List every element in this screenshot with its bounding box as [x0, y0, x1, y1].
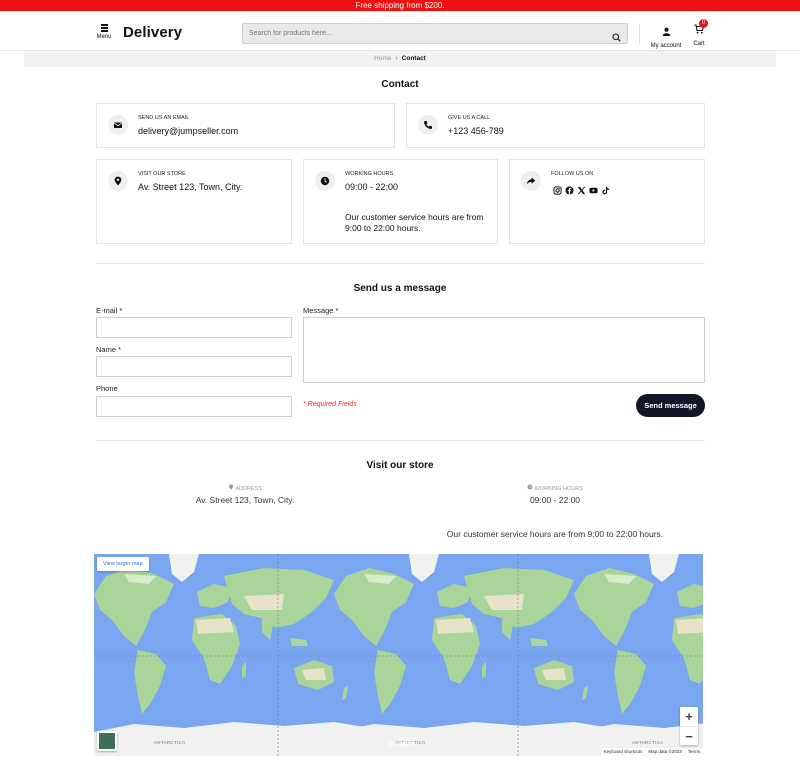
page-title: Contact [381, 79, 419, 90]
visit-title: Visit our store [366, 460, 434, 471]
zoom-out-button[interactable]: − [680, 726, 698, 745]
message-field[interactable] [303, 317, 705, 383]
antarctica-label: ANTARCTICA [154, 740, 186, 745]
map-data-text: Map data ©2023 [648, 749, 682, 754]
breadcrumb-home[interactable]: Home [374, 55, 391, 62]
location-pin-icon [108, 171, 128, 191]
zoom-in-button[interactable]: + [680, 707, 698, 726]
phone-field[interactable] [96, 396, 292, 417]
address-label: ADDRESS [235, 486, 262, 492]
zoom-controls: + − [680, 707, 698, 745]
email-card-value[interactable]: delivery@jumpseller.com [138, 126, 238, 136]
search-bar [242, 23, 628, 44]
satellite-toggle[interactable] [97, 731, 117, 751]
menu-button[interactable]: Menu [96, 24, 112, 40]
clock-icon [315, 171, 335, 191]
site-header: Menu Delivery My account 0 Cart [0, 11, 800, 51]
name-field-label: Name * [96, 345, 122, 354]
phone-card-value[interactable]: +123 456-789 [448, 126, 504, 136]
hours-note: Our customer service hours are from 9:00… [446, 529, 664, 539]
announcement-text: Free shipping from $200. [355, 1, 445, 10]
hours-card-note: Our customer service hours are from 9:00… [345, 212, 484, 233]
search-icon[interactable] [612, 29, 621, 47]
chevron-right-icon: › [395, 55, 398, 62]
phone-card: GIVE US A CALL +123 456-789 [406, 103, 705, 148]
store-map[interactable]: ANTARCTICA ANTARCTICA ANTARCTICA View la… [94, 554, 703, 756]
cart-count-badge: 0 [699, 19, 708, 28]
hours-card: WORKING HOURS 09:00 - 22:00 Our customer… [303, 159, 498, 244]
share-icon [521, 171, 541, 191]
name-field[interactable] [96, 356, 292, 377]
x-icon[interactable] [577, 182, 586, 195]
tiktok-icon[interactable] [601, 182, 610, 195]
phone-icon [418, 115, 438, 135]
phone-field-label: Phone [96, 384, 118, 393]
cart-label: Cart [693, 41, 705, 47]
email-card-label: SEND US AN EMAIL [138, 115, 190, 121]
youtube-icon[interactable] [589, 182, 598, 194]
user-icon [662, 23, 671, 40]
address-value: Av. Street 123, Town, City. [195, 495, 295, 505]
instagram-icon[interactable] [553, 182, 562, 195]
location-pin-icon [228, 484, 234, 492]
cart-button[interactable]: 0 Cart [690, 19, 708, 47]
header-divider [639, 24, 640, 44]
store-card-label: VISIT OUR STORE [138, 171, 186, 177]
search-input[interactable] [249, 24, 599, 43]
hours-info-label: WORKING HOURS [455, 484, 655, 492]
account-label: My account [650, 43, 682, 49]
mail-icon [108, 115, 128, 135]
antarctica-label: ANTARCTICA [632, 740, 664, 745]
form-title: Send us a message [353, 283, 447, 294]
view-larger-map-link[interactable]: View larger map [97, 557, 149, 571]
terms-link[interactable]: Terms [688, 748, 700, 756]
facebook-icon[interactable] [565, 182, 574, 195]
follow-card-label: FOLLOW US ON [551, 171, 594, 177]
announcement-bar: Free shipping from $200. [0, 0, 800, 11]
hours-card-label: WORKING HOURS [345, 171, 394, 177]
store-card-value: Av. Street 123, Town, City. [138, 182, 243, 192]
required-fields-note: * Required Fields [303, 401, 357, 408]
google-logo: Google [387, 739, 415, 748]
email-field[interactable] [96, 317, 292, 338]
hours-card-value: 09:00 - 22:00 [345, 182, 399, 192]
section-divider [96, 263, 705, 264]
send-message-button[interactable]: Send message [636, 394, 705, 417]
email-card: SEND US AN EMAIL delivery@jumpseller.com [96, 103, 395, 148]
map-attribution: Keyboard shortcuts Map data ©2023 Terms [600, 748, 703, 756]
keyboard-shortcuts-link[interactable]: Keyboard shortcuts [604, 748, 643, 756]
clock-icon [527, 484, 533, 492]
account-button[interactable]: My account [648, 23, 684, 49]
hours-value: 09:00 - 22:00 [529, 495, 581, 505]
social-links [553, 182, 610, 195]
address-info-label: ADDRESS [145, 484, 345, 492]
world-map [94, 554, 703, 756]
section-divider [96, 440, 705, 441]
email-field-label: E-mail * [96, 306, 123, 315]
brand-logo[interactable]: Delivery [123, 24, 182, 41]
follow-card: FOLLOW US ON [509, 159, 705, 244]
menu-label: Menu [96, 33, 112, 40]
breadcrumb-current: Contact [401, 55, 426, 62]
message-field-label: Message * [303, 306, 339, 315]
breadcrumb: Home › Contact [24, 51, 776, 67]
phone-card-label: GIVE US A CALL [448, 115, 491, 121]
hours-label: WORKING HOURS [534, 486, 583, 492]
hamburger-icon [100, 24, 108, 32]
store-card: VISIT OUR STORE Av. Street 123, Town, Ci… [96, 159, 292, 244]
